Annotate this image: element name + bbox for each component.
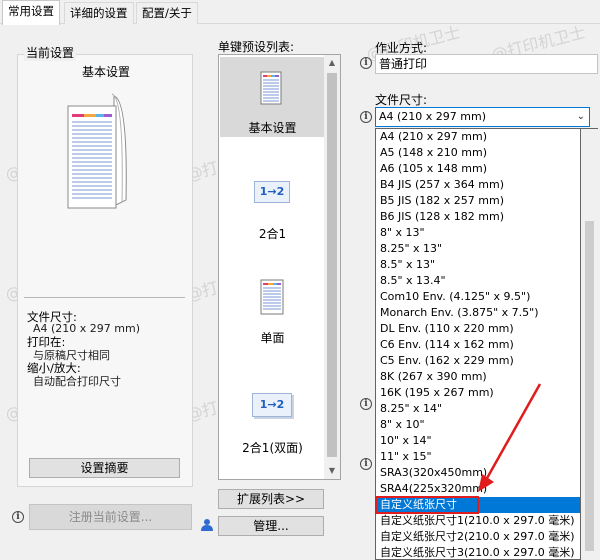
tab-common-settings[interactable]: 常用设置 [2, 0, 60, 25]
paper-size-option[interactable]: B6 JIS (128 x 182 mm) [376, 209, 580, 225]
preset-item-2in1-duplex[interactable]: 1→2 2合1(双面) [220, 385, 325, 455]
preset-item-2in1[interactable]: 1→2 2合1 [220, 173, 325, 243]
document-preview-icon [67, 93, 127, 209]
preset-list-title: 单键预设列表: [218, 40, 295, 54]
preset-item-basic[interactable]: 基本设置 [220, 57, 325, 137]
paper-size-combo[interactable]: A4 (210 x 297 mm) ⌄ [375, 107, 590, 127]
scroll-down-icon[interactable]: ▼ [324, 463, 340, 479]
scroll-thumb[interactable] [585, 221, 594, 551]
paper-size-option[interactable]: A5 (148 x 210 mm) [376, 145, 580, 161]
paper-size-option[interactable]: 自定义纸张尺寸3(210.0 x 297.0 毫米) [376, 545, 580, 559]
scale-value: 自动配合打印尺寸 [33, 375, 121, 388]
info-icon: i [360, 57, 372, 69]
paper-size-option[interactable]: 8.5" x 13" [376, 257, 580, 273]
paper-size-option[interactable]: Monarch Env. (3.875" x 7.5") [376, 305, 580, 321]
paper-size-option[interactable]: 8.5" x 13.4" [376, 273, 580, 289]
document-icon [260, 279, 284, 315]
preset-list-scrollbar[interactable]: ▲ ▼ [324, 55, 340, 479]
paper-size-option[interactable]: Com10 Env. (4.125" x 9.5") [376, 289, 580, 305]
paper-size-option[interactable]: A4 (210 x 297 mm) [376, 129, 580, 145]
paper-size-option[interactable]: DL Env. (110 x 220 mm) [376, 321, 580, 337]
preset-label: 2合1 [258, 227, 287, 241]
register-current-settings-button[interactable]: 注册当前设置... [29, 504, 192, 530]
document-icon [260, 71, 282, 105]
preset-label: 2合1(双面) [242, 441, 303, 455]
preset-label: 单面 [260, 331, 285, 345]
chevron-down-icon[interactable]: ⌄ [577, 108, 585, 126]
scroll-up-icon[interactable]: ▲ [324, 55, 340, 71]
paper-size-option[interactable]: 自定义纸张尺寸2(210.0 x 297.0 毫米) [376, 529, 580, 545]
manage-button[interactable]: 管理... [218, 516, 324, 536]
paper-size-option[interactable]: 8" x 13" [376, 225, 580, 241]
expand-list-button[interactable]: 扩展列表>> [218, 489, 324, 509]
info-icon: i [360, 458, 372, 470]
paper-size-option[interactable]: 自定义纸张尺寸1(210.0 x 297.0 毫米) [376, 513, 580, 529]
info-icon: i [360, 111, 372, 123]
paper-size-option[interactable]: B5 JIS (182 x 257 mm) [376, 193, 580, 209]
paper-size-option[interactable]: B4 JIS (257 x 364 mm) [376, 177, 580, 193]
paper-size-option[interactable]: C5 Env. (162 x 229 mm) [376, 353, 580, 369]
tab-config-about[interactable]: 配置/关于 [136, 2, 198, 24]
dropdown-scrollbar[interactable] [581, 128, 598, 560]
two-in-one-icon: 1→2 [254, 181, 290, 203]
preset-label: 基本设置 [248, 121, 297, 135]
info-icon: i [360, 398, 372, 410]
tab-detailed-settings[interactable]: 详细的设置 [64, 2, 134, 24]
user-icon [201, 519, 213, 531]
divider [24, 297, 185, 298]
preset-list: 基本设置 1→2 2合1 单面 1→2 2合1(双面) ▲ ▼ [218, 54, 341, 480]
job-select[interactable]: 普通打印 [375, 54, 598, 74]
settings-summary-button[interactable]: 设置摘要 [29, 458, 180, 478]
current-preset-name: 基本设置 [82, 65, 131, 79]
scroll-thumb[interactable] [327, 73, 337, 457]
paper-size-selected: A4 (210 x 297 mm) [379, 110, 487, 123]
current-settings-title: 当前设置 [24, 44, 77, 61]
annotation-highlight-box [375, 496, 479, 514]
paper-size-option[interactable]: A6 (105 x 148 mm) [376, 161, 580, 177]
paper-size-option[interactable]: C6 Env. (114 x 162 mm) [376, 337, 580, 353]
info-icon: i [12, 511, 24, 523]
preset-item-single-sided[interactable]: 单面 [220, 275, 325, 345]
paper-size-label: 文件尺寸: [375, 93, 428, 107]
two-in-one-duplex-icon: 1→2 [252, 393, 292, 417]
tab-bar: 常用设置 详细的设置 配置/关于 [0, 0, 600, 25]
paper-size-option[interactable]: 8.25" x 13" [376, 241, 580, 257]
annotation-arrow-icon [478, 383, 542, 492]
